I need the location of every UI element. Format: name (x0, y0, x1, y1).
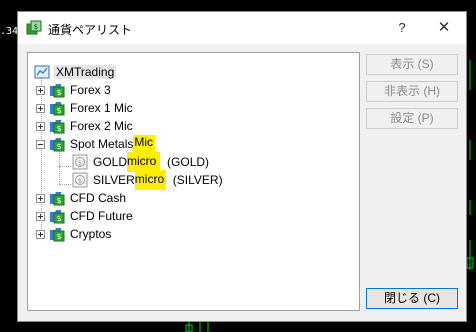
help-button[interactable]: ? (392, 18, 412, 38)
tree-group-forex-2-mic[interactable]: $ Forex 2 Mic (36, 117, 133, 135)
highlight-mic: Mic (133, 135, 156, 153)
expand-icon[interactable] (36, 211, 45, 221)
folder-symbols-icon: $ (50, 102, 65, 116)
tree-root-label: XMTrading (54, 65, 117, 79)
symbol-name: SILVER (93, 173, 135, 187)
show-button[interactable]: 表示 (S) (366, 54, 458, 75)
expand-icon[interactable] (36, 193, 45, 203)
svg-text:$: $ (56, 124, 61, 133)
tree-group-cfd-cash[interactable]: $ CFD Cash (36, 189, 126, 207)
symbol-name: GOLD (93, 155, 128, 169)
svg-text:$: $ (34, 23, 38, 31)
symbols-tree[interactable]: XMTrading $ Forex 3 $ Forex 1 Mic $ Fore… (27, 52, 360, 311)
symbol-disabled-icon: $ (72, 154, 88, 170)
svg-text:$: $ (56, 142, 61, 151)
highlight-micro: micro (127, 152, 161, 172)
highlight-micro: micro (134, 170, 167, 190)
tree-connector (59, 166, 71, 167)
settings-button[interactable]: 設定 (P) (366, 108, 458, 129)
folder-symbols-icon: $ (50, 192, 65, 206)
svg-text:$: $ (56, 196, 61, 205)
svg-text:$: $ (78, 159, 82, 167)
tree-group-forex-1-mic[interactable]: $ Forex 1 Mic (36, 99, 133, 117)
tree-group-label: Forex 3 (70, 83, 111, 97)
tree-connector (59, 184, 71, 185)
symbols-window-icon: $ (26, 20, 42, 35)
expand-icon[interactable] (36, 103, 45, 113)
expand-icon[interactable] (36, 229, 45, 239)
collapse-icon[interactable] (36, 139, 45, 149)
tree-group-label: Forex 1 Mic (70, 101, 133, 115)
folder-symbols-icon: $ (50, 228, 65, 242)
symbols-dialog: $ 通貨ペアリスト ? ✕ XMTrading $ Forex 3 $ Fore… (17, 11, 467, 322)
close-icon[interactable]: ✕ (432, 18, 456, 38)
folder-symbols-icon: $ (50, 138, 65, 152)
symbol-description: (SILVER) (166, 173, 223, 187)
dialog-title: 通貨ペアリスト (48, 23, 133, 37)
expand-icon[interactable] (36, 121, 45, 131)
title-bar[interactable]: $ 通貨ペアリスト ? ✕ (18, 12, 466, 44)
folder-symbols-icon: $ (50, 120, 65, 134)
folder-symbols-icon: $ (50, 84, 65, 98)
tree-group-spot-metals-mic[interactable]: $ Spot Metals Mic (36, 135, 156, 153)
svg-text:$: $ (56, 232, 61, 241)
svg-text:$: $ (56, 88, 61, 97)
svg-text:$: $ (78, 177, 82, 185)
tree-group-cryptos[interactable]: $ Cryptos (36, 225, 111, 243)
tree-group-label: Spot Metals (70, 137, 134, 151)
tree-symbol-silvermicro[interactable]: $ SILVER micro (SILVER) (72, 170, 223, 190)
hide-button[interactable]: 非表示 (H) (366, 81, 458, 102)
tree-group-forex-3[interactable]: $ Forex 3 (36, 81, 111, 99)
tree-group-label: CFD Future (70, 209, 133, 223)
close-button[interactable]: 閉じる (C) (366, 288, 458, 309)
tree-root[interactable]: XMTrading (34, 63, 117, 81)
tree-symbol-goldmicro[interactable]: $ GOLD micro (GOLD) (72, 152, 210, 172)
tree-group-label: CFD Cash (70, 191, 127, 205)
svg-text:$: $ (56, 214, 61, 223)
symbol-disabled-icon: $ (72, 172, 88, 188)
expand-icon[interactable] (36, 85, 45, 95)
symbol-description: (GOLD) (160, 155, 210, 169)
svg-text:$: $ (56, 106, 61, 115)
tree-group-label: Forex 2 Mic (70, 119, 133, 133)
tree-group-cfd-future[interactable]: $ CFD Future (36, 207, 133, 225)
broker-icon (34, 65, 50, 79)
tree-group-label: Cryptos (70, 227, 112, 241)
folder-symbols-icon: $ (50, 210, 65, 224)
